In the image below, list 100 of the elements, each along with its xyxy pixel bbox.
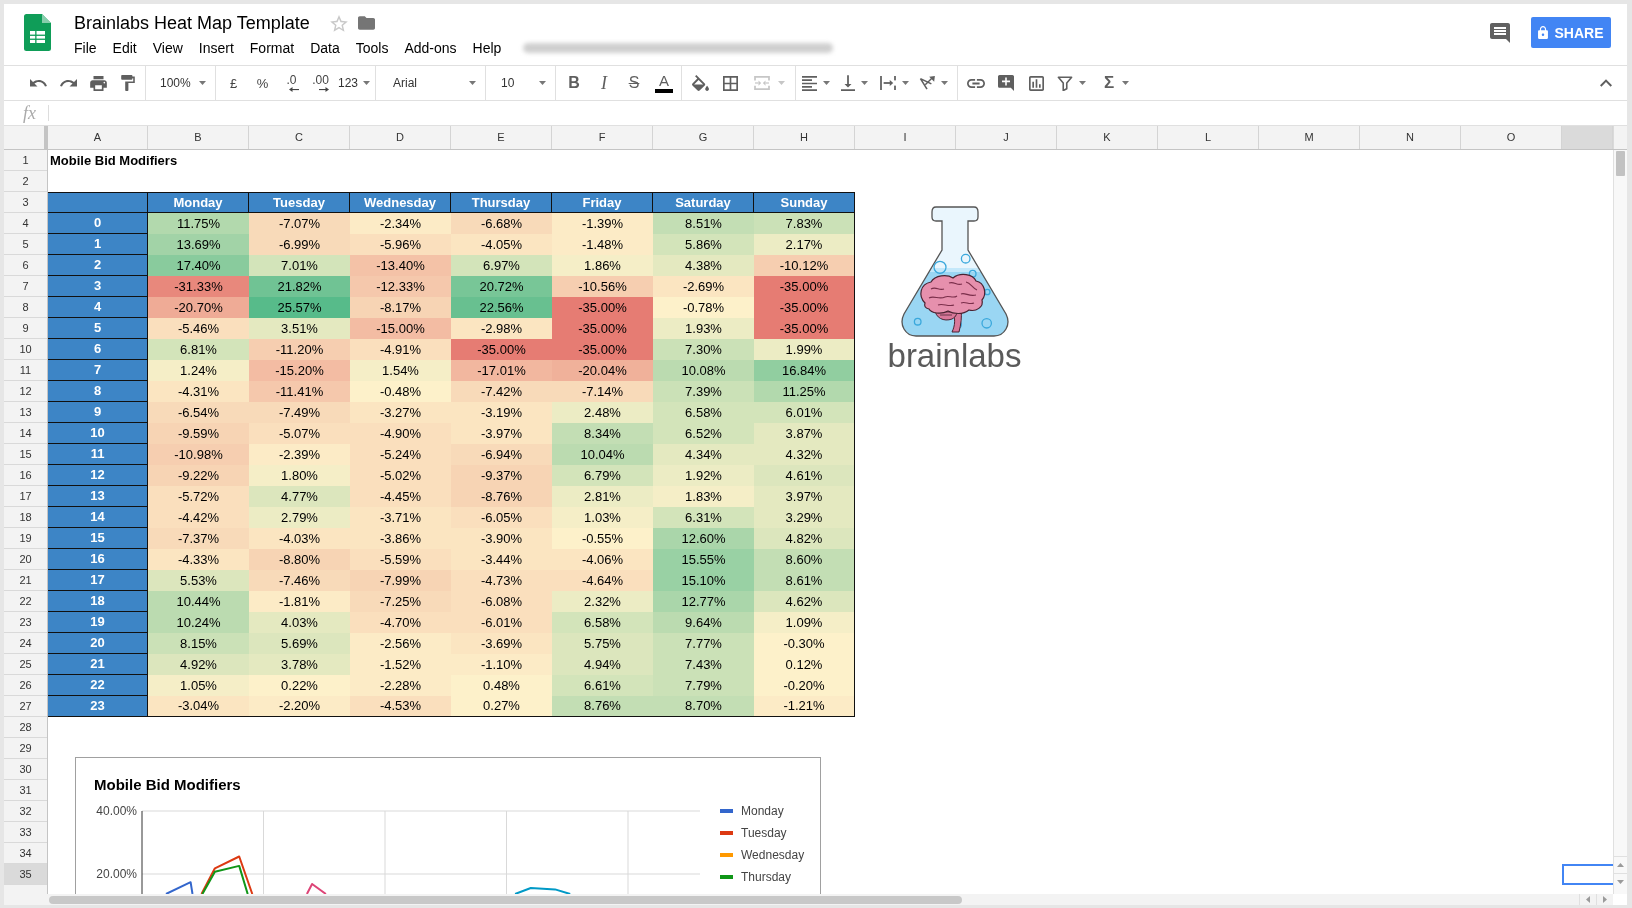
row-header[interactable]: 23 — [4, 612, 47, 633]
zoom-dropdown[interactable]: 100% — [150, 69, 212, 97]
heat-map-cell: -12.33% — [350, 276, 451, 297]
hour-cell: 1 — [48, 234, 148, 255]
heat-map-cell: -2.98% — [451, 318, 552, 339]
heat-map-cell: 15.55% — [653, 549, 754, 570]
menu-item[interactable]: File — [66, 37, 105, 59]
heat-map-cell: -7.99% — [350, 570, 451, 591]
hour-cell: 15 — [48, 528, 148, 549]
row-header[interactable]: 17 — [4, 486, 47, 507]
heat-map-cell: -0.30% — [754, 633, 855, 654]
heat-map-cell: 9.64% — [653, 612, 754, 633]
font-dropdown[interactable]: Arial — [380, 69, 482, 97]
decrease-decimals-button[interactable]: .0 — [278, 69, 305, 97]
row-header[interactable]: 27 — [4, 696, 47, 717]
heat-map-cell: 1.99% — [754, 339, 855, 360]
row-header[interactable]: 10 — [4, 339, 47, 360]
heat-map-cell: 7.30% — [653, 339, 754, 360]
horizontal-scrollbar[interactable] — [4, 894, 1579, 905]
row-header[interactable]: 20 — [4, 549, 47, 570]
row-header[interactable]: 5 — [4, 234, 47, 255]
day-header-cell: Wednesday — [350, 192, 451, 213]
row-header[interactable]: 14 — [4, 423, 47, 444]
row-header[interactable]: 29 — [4, 738, 47, 759]
row-header[interactable]: 9 — [4, 318, 47, 339]
row-header[interactable]: 7 — [4, 276, 47, 297]
text-color-button[interactable]: A — [650, 69, 678, 97]
row-header[interactable]: 21 — [4, 570, 47, 591]
menu-item[interactable]: Tools — [347, 37, 397, 59]
row-header[interactable]: 12 — [4, 381, 47, 402]
font-size-dropdown[interactable]: 10 — [490, 69, 552, 97]
heat-map-cell: 4.34% — [653, 444, 754, 465]
strikethrough-button[interactable]: S — [620, 69, 648, 97]
folder-icon[interactable] — [357, 16, 375, 30]
heat-map-cell: 2.17% — [754, 234, 855, 255]
scroll-left-button[interactable] — [1579, 894, 1596, 905]
menu-item[interactable]: View — [144, 37, 191, 59]
menu-item[interactable]: Add-ons — [396, 37, 465, 59]
row-header[interactable]: 30 — [4, 759, 47, 780]
heat-map-cell: -6.68% — [451, 213, 552, 234]
row-header[interactable]: 31 — [4, 780, 47, 801]
row-header[interactable]: 13 — [4, 402, 47, 423]
row-header[interactable]: 32 — [4, 801, 47, 822]
menu-item[interactable]: Edit — [104, 37, 145, 59]
italic-button[interactable]: I — [590, 69, 618, 97]
functions-button[interactable]: Σ — [1094, 69, 1134, 97]
row-header[interactable]: 6 — [4, 255, 47, 276]
share-button[interactable]: SHARE — [1531, 17, 1611, 48]
heat-map-cell: 10.24% — [148, 612, 249, 633]
row-header[interactable]: 26 — [4, 675, 47, 696]
heat-map-cell: -0.48% — [350, 381, 451, 402]
row-header[interactable]: 28 — [4, 717, 47, 738]
document-title[interactable]: Brainlabs Heat Map Template — [74, 11, 310, 35]
heat-map-cell: 12.60% — [653, 528, 754, 549]
heat-map-cell: -4.03% — [249, 528, 350, 549]
heat-map-cell: 6.31% — [653, 507, 754, 528]
heat-map-cell: -35.00% — [451, 339, 552, 360]
heat-map-cell: -20.04% — [552, 360, 653, 381]
heat-map-cell: -4.06% — [552, 549, 653, 570]
row-header[interactable]: 1 — [4, 150, 47, 171]
currency-button[interactable]: £ — [220, 69, 247, 97]
heat-map-cell: 3.87% — [754, 423, 855, 444]
heat-map-cell: 1.09% — [754, 612, 855, 633]
menu-item[interactable]: Help — [464, 37, 510, 59]
heat-map-cell: -2.69% — [653, 276, 754, 297]
row-header[interactable]: 33 — [4, 822, 47, 843]
row-header[interactable]: 11 — [4, 360, 47, 381]
bold-button[interactable]: B — [560, 69, 588, 97]
row-header[interactable]: 8 — [4, 297, 47, 318]
row-header[interactable]: 22 — [4, 591, 47, 612]
row-header[interactable]: 18 — [4, 507, 47, 528]
increase-decimals-button[interactable]: .00 — [307, 69, 334, 97]
hour-cell: 12 — [48, 465, 148, 486]
menu-item[interactable]: Format — [241, 37, 303, 59]
row-header[interactable]: 4 — [4, 213, 47, 234]
heat-map-cell: -7.14% — [552, 381, 653, 402]
number-format-dropdown[interactable]: 123 — [336, 69, 372, 97]
row-header[interactable]: 2 — [4, 171, 47, 192]
spreadsheet-file-icon[interactable] — [24, 14, 51, 51]
star-icon[interactable] — [329, 14, 348, 32]
row-header[interactable]: 24 — [4, 633, 47, 654]
row-header[interactable]: 35 — [4, 864, 47, 885]
percent-button[interactable]: % — [249, 69, 276, 97]
menu-item[interactable]: Insert — [190, 37, 242, 59]
row-header[interactable]: 16 — [4, 465, 47, 486]
heat-map-cell: 8.60% — [754, 549, 855, 570]
row-header[interactable]: 25 — [4, 654, 47, 675]
chart-line — [200, 855, 254, 894]
scrollbar-thumb[interactable] — [1616, 151, 1625, 176]
row-header[interactable]: 3 — [4, 192, 47, 213]
heat-map-cell: 1.24% — [148, 360, 249, 381]
scrollbar-thumb[interactable] — [49, 896, 962, 904]
row-header[interactable]: 15 — [4, 444, 47, 465]
heat-map-cell: 20.72% — [451, 276, 552, 297]
heat-map-cell: -2.20% — [249, 696, 350, 717]
scroll-right-button[interactable] — [1596, 894, 1613, 905]
paint-roller-icon — [121, 75, 135, 91]
heat-map-cell: -35.00% — [754, 276, 855, 297]
row-header[interactable]: 19 — [4, 528, 47, 549]
menu-item[interactable]: Data — [302, 37, 348, 59]
